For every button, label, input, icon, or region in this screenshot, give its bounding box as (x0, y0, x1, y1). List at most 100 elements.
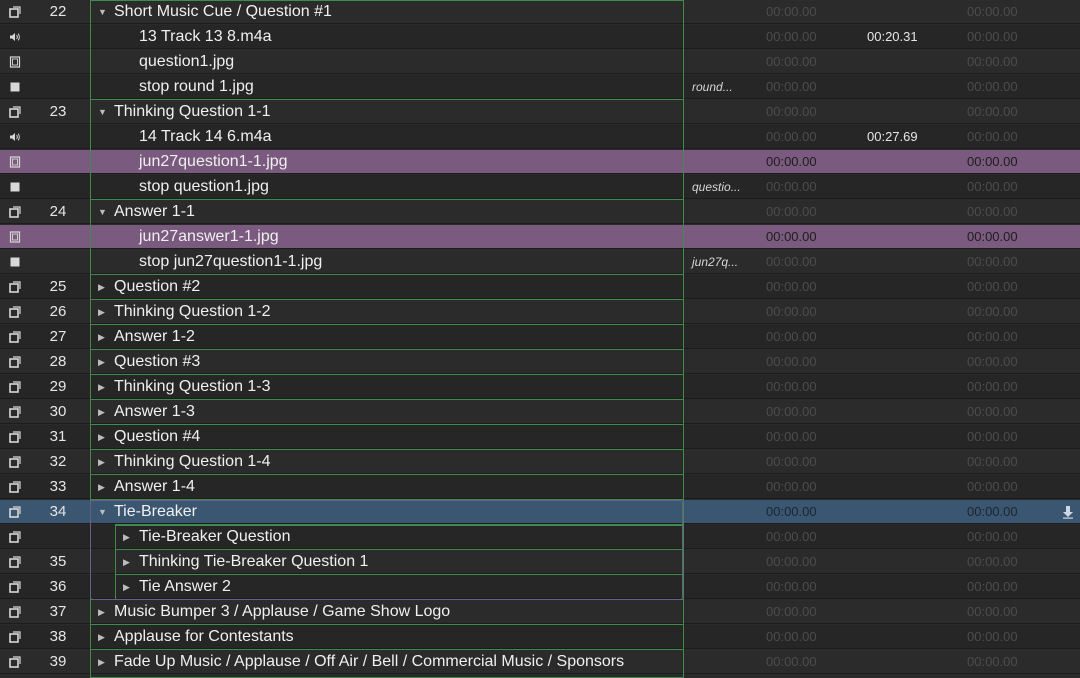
disclosure-triangle-right-icon[interactable]: ▶ (98, 425, 105, 449)
post-wait-time: 00:00.00 (967, 79, 1018, 94)
group-separator (115, 549, 684, 550)
disclosure-triangle-right-icon[interactable]: ▶ (98, 450, 105, 474)
cue-row[interactable]: question1.jpg 00:00.00 00:00.00 (0, 50, 1080, 74)
post-wait-time: 00:00.00 (967, 279, 1018, 294)
cue-number: 28 (49, 353, 67, 370)
cue-name: Thinking Question 1-1 (114, 103, 271, 120)
cue-row[interactable]: stop round 1.jpg round... 00:00.00 00:00.00 (0, 75, 1080, 99)
group-icon (9, 331, 21, 343)
pre-wait-time: 00:00.00 (766, 554, 817, 569)
cue-row[interactable]: 35 ▶ Thinking Tie-Breaker Question 1 00:00.… (0, 550, 1080, 574)
disclosure-triangle-down-icon[interactable]: ▼ (98, 0, 107, 24)
cue-row[interactable]: stop jun27question1-1.jpg jun27q... 00:00.… (0, 250, 1080, 274)
group-icon (9, 431, 21, 443)
post-wait-time: 00:00.00 (967, 329, 1018, 344)
disclosure-triangle-right-icon[interactable]: ▶ (98, 375, 105, 399)
post-wait-time: 00:00.00 (967, 379, 1018, 394)
disclosure-triangle-right-icon[interactable]: ▶ (98, 400, 105, 424)
cue-name: Answer 1-1 (114, 203, 195, 220)
disclosure-triangle-right-icon[interactable]: ▶ (98, 625, 105, 649)
cue-number: 37 (49, 603, 67, 620)
cue-row[interactable]: 31 ▶ Question #4 00:00.00 00:00.00 (0, 425, 1080, 449)
pre-wait-time: 00:00.00 (766, 304, 817, 319)
cue-row[interactable]: 32 ▶ Thinking Question 1-4 00:00.00 00:00.00 (0, 450, 1080, 474)
cue-row[interactable]: 28 ▶ Question #3 00:00.00 00:00.00 (0, 350, 1080, 374)
pre-wait-time: 00:00.00 (766, 604, 817, 619)
cue-row[interactable]: 30 ▶ Answer 1-3 00:00.00 00:00.00 (0, 400, 1080, 424)
cue-name: 14 Track 14 6.m4a (139, 128, 272, 145)
group-icon (9, 206, 21, 218)
cue-number (30, 150, 86, 174)
cue-row[interactable]: 25 ▶ Question #2 00:00.00 00:00.00 (0, 275, 1080, 299)
cue-row[interactable]: 23 ▼ Thinking Question 1-1 00:00.00 00:00.00 (0, 100, 1080, 124)
disclosure-triangle-down-icon[interactable]: ▼ (98, 500, 107, 524)
disclosure-triangle-right-icon[interactable]: ▶ (98, 650, 105, 674)
disclosure-triangle-down-icon[interactable]: ▼ (98, 200, 107, 224)
disclosure-triangle-down-icon[interactable]: ▼ (98, 100, 107, 124)
cue-row[interactable]: 27 ▶ Answer 1-2 00:00.00 00:00.00 (0, 325, 1080, 349)
disclosure-triangle-right-icon[interactable]: ▶ (123, 550, 130, 574)
stop-icon (9, 181, 21, 193)
cue-name: Answer 1-4 (114, 478, 195, 495)
cue-row[interactable]: 36 ▶ Tie Answer 2 00:00.00 00:00.00 (0, 575, 1080, 599)
group-separator (90, 599, 684, 600)
cue-row[interactable]: 29 ▶ Thinking Question 1-3 00:00.00 00:00.00 (0, 375, 1080, 399)
video-icon (9, 156, 21, 168)
cue-name: Thinking Question 1-4 (114, 453, 271, 470)
post-wait-time: 00:00.00 (967, 529, 1018, 544)
pre-wait-time: 00:00.00 (766, 204, 817, 219)
group-separator (90, 499, 684, 500)
pre-wait-time: 00:00.00 (766, 129, 817, 144)
disclosure-triangle-right-icon[interactable]: ▶ (98, 300, 105, 324)
cue-number (30, 525, 86, 549)
cue-row[interactable]: 13 Track 13 8.m4a 00:00.00 00:20.31 00:00.0… (0, 25, 1080, 49)
cue-row[interactable]: stop question1.jpg questio... 00:00.00 00:0… (0, 175, 1080, 199)
cue-row[interactable]: 22 ▼ Short Music Cue / Question #1 00:00.00… (0, 0, 1080, 24)
group-separator (90, 474, 684, 475)
cue-name: Applause for Contestants (114, 628, 294, 645)
group-separator (90, 324, 684, 325)
post-wait-time: 00:00.00 (967, 554, 1018, 569)
cue-row[interactable]: jun27question1-1.jpg 00:00.00 00:00.00 (0, 150, 1080, 174)
disclosure-triangle-right-icon[interactable]: ▶ (123, 575, 130, 599)
group-icon (9, 506, 21, 518)
pre-wait-time: 00:00.00 (766, 79, 817, 94)
disclosure-triangle-right-icon[interactable]: ▶ (98, 600, 105, 624)
cue-row[interactable]: 14 Track 14 6.m4a 00:00.00 00:27.69 00:00.0… (0, 125, 1080, 149)
cue-row[interactable]: 33 ▶ Answer 1-4 00:00.00 00:00.00 (0, 475, 1080, 499)
group-separator (90, 449, 684, 450)
arrow-down-icon (1063, 506, 1073, 519)
pre-wait-time: 00:00.00 (766, 254, 817, 269)
disclosure-triangle-right-icon[interactable]: ▶ (98, 350, 105, 374)
group-separator (90, 649, 684, 650)
post-wait-time: 00:00.00 (967, 429, 1018, 444)
audio-icon (9, 31, 21, 43)
cue-row[interactable]: 37 ▶ Music Bumper 3 / Applause / Game Show… (0, 600, 1080, 624)
cue-target: jun27q... (692, 255, 739, 269)
disclosure-triangle-right-icon[interactable]: ▶ (98, 325, 105, 349)
group-icon (9, 6, 21, 18)
disclosure-triangle-right-icon[interactable]: ▶ (123, 525, 130, 549)
post-wait-time: 00:00.00 (967, 254, 1018, 269)
cue-row[interactable]: 34 ▼ Tie-Breaker 00:00.00 00:00.00 (0, 500, 1080, 524)
cue-row[interactable]: ▶ Tie-Breaker Question 00:00.00 00:00.00 (0, 525, 1080, 549)
group-icon (9, 106, 21, 118)
group-separator (90, 99, 684, 100)
pre-wait-time: 00:00.00 (766, 279, 817, 294)
group-icon (9, 581, 21, 593)
cue-row[interactable]: 26 ▶ Thinking Question 1-2 00:00.00 00:00.00 (0, 300, 1080, 324)
cue-row[interactable]: 38 ▶ Applause for Contestants 00:00.00 00:00… (0, 625, 1080, 649)
cue-row[interactable]: jun27answer1-1.jpg 00:00.00 00:00.00 (0, 225, 1080, 249)
cue-row[interactable]: 39 ▶ Fade Up Music / Applause / Off Air / … (0, 650, 1080, 674)
pre-wait-time: 00:00.00 (766, 329, 817, 344)
disclosure-triangle-right-icon[interactable]: ▶ (98, 275, 105, 299)
cue-name: stop question1.jpg (139, 178, 269, 195)
cue-target: round... (692, 80, 733, 94)
disclosure-triangle-right-icon[interactable]: ▶ (98, 475, 105, 499)
cue-row[interactable]: 24 ▼ Answer 1-1 00:00.00 00:00.00 (0, 200, 1080, 224)
cue-number (30, 250, 86, 274)
cue-name: stop jun27question1-1.jpg (139, 253, 323, 270)
cue-number: 23 (49, 103, 67, 120)
post-wait-time: 00:00.00 (967, 629, 1018, 644)
pre-wait-time: 00:00.00 (766, 104, 817, 119)
